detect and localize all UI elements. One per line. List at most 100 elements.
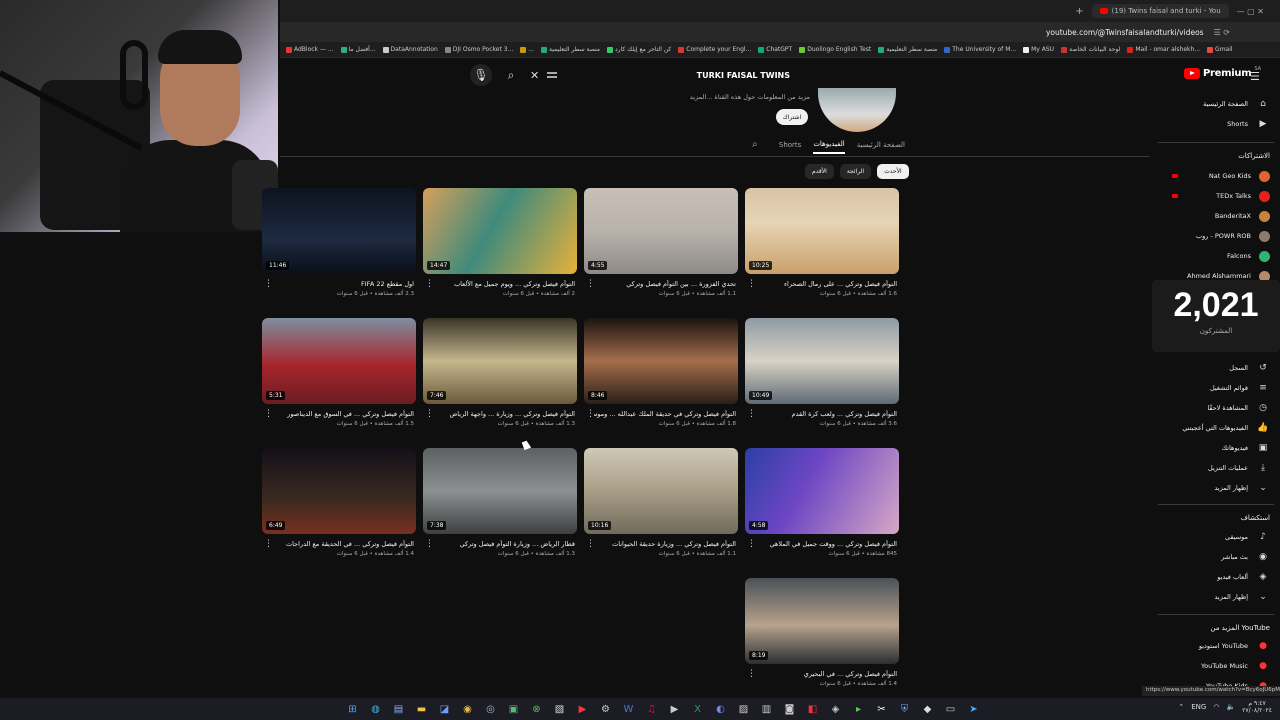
video-title[interactable]: قطار الرياض ... وزيارة التوأم فيصل وتركي [433,540,575,548]
wifi-icon[interactable]: ◠ [1213,703,1219,711]
sidebar-item[interactable]: الفيديوهات التي أعجبتني 👍 [1152,418,1280,438]
video-card[interactable]: 8:19 التوأم فيصل وتركي ... في البحيري 1.4 … [745,578,899,694]
more-options-icon[interactable]: ⋮ [264,280,273,289]
file-explorer-icon[interactable]: ▬ [413,701,430,718]
more-options-icon[interactable]: ⋮ [747,540,756,549]
sidebar-item[interactable]: عمليات التنزيل ⤓ [1152,458,1280,478]
sidebar-item[interactable]: YouTube Music ● [1152,656,1280,676]
video-thumbnail[interactable]: 14:47 [423,188,577,274]
menu-icon[interactable]: ☰ [1250,70,1260,83]
video-card[interactable]: 11:46 اول مقطع FIFA 22 2.3 ألف مشاهدة • قب… [262,188,416,304]
video-title[interactable]: التوأم فيصل وتركي ... على رمال الصحراء [755,280,897,288]
sidebar-item[interactable]: إظهار المزيد ⌄ [1152,587,1280,607]
sidebar-item[interactable]: قوائم التشغيل ≡ [1152,378,1280,398]
more-options-icon[interactable]: ⋮ [264,540,273,549]
telegram-icon[interactable]: ➤ [965,701,982,718]
sidebar-item[interactable]: السجل ↺ [1152,358,1280,378]
volume-icon[interactable]: 🔈 [1226,703,1235,711]
more-options-icon[interactable]: ⋮ [747,280,756,289]
bookmark-item[interactable]: DataAnnotation [382,46,438,53]
video-card[interactable]: 5:31 التوأم فيصل وتركي ... في السوق مع ال… [262,318,416,434]
bookmark-item[interactable]: منصة سطر التعليمية [540,46,600,53]
sort-chip[interactable]: الرائجة [839,164,872,179]
channel-tab[interactable]: الصفحة الرئيسية [857,141,905,153]
clock[interactable]: ٩:٤٧ م ٢٧/٠٨/٢٠٢٤ [1242,700,1272,714]
video-card[interactable]: 10:49 التوأم فيصل وتركي ... ولعب كرة القد… [745,318,899,434]
video-thumbnail[interactable]: 10:25 [745,188,899,274]
sidebar-item[interactable]: المشاهدة لاحقًا ◷ [1152,398,1280,418]
xbox-icon[interactable]: ⊗ [528,701,545,718]
video-title[interactable]: التوأم فيصل وتركي ... في البحيري [755,670,897,678]
video-card[interactable]: 8:46 التوأم فيصل وتركي في حديقة الملك عبد… [584,318,738,434]
youtube-icon[interactable]: ▶ [574,701,591,718]
sidebar-item[interactable]: روب - POWR ROB [1152,226,1280,246]
video-title[interactable]: التوأم فيصل وتركي ... ووقت جميل في الملا… [755,540,898,548]
video-title[interactable]: التوأم فيصل وتركي ... ولعب كرة القدم [755,410,897,418]
sidebar-item[interactable]: ألعاب فيديو ◈ [1152,567,1280,587]
camera-icon[interactable]: ◙ [781,701,798,718]
capcut-icon[interactable]: ✂ [873,701,890,718]
video-card[interactable]: 6:49 التوأم فيصل وتركي ... في الحديقة مع … [262,448,416,564]
video-thumbnail[interactable]: 11:46 [262,188,416,274]
excel-icon[interactable]: X [689,701,706,718]
video-thumbnail[interactable]: 7:38 [423,448,577,534]
store-icon[interactable]: ◪ [436,701,453,718]
photos-icon[interactable]: ▧ [551,701,568,718]
search-icon[interactable]: ⌕ [500,64,522,86]
bookmark-item[interactable]: أفضل ما... [340,46,376,53]
sidebar-item[interactable]: الصفحة الرئيسية ⌂ [1152,94,1280,114]
music-icon[interactable]: ♫ [643,701,660,718]
terminal-icon[interactable]: ▤ [390,701,407,718]
word-icon[interactable]: W [620,701,637,718]
more-options-icon[interactable]: ⋮ [425,280,434,289]
pdf-icon[interactable]: ◧ [804,701,821,718]
bookmark-item[interactable]: Complete your Engl... [678,46,751,53]
sort-chip[interactable]: الأقدم [805,164,834,179]
subscriptions-heading[interactable]: الاشتراكات [1238,152,1270,160]
more-options-icon[interactable]: ⋮ [425,540,434,549]
video-title[interactable]: التوأم فيصل وتركي ... وزيارة ... واجهة ا… [433,410,575,418]
windows-start-icon[interactable]: ⊞ [344,701,361,718]
sidebar-item[interactable]: إظهار المزيد ⌄ [1152,478,1280,498]
site-settings-icon[interactable]: ☰ ⟳ [1214,28,1230,37]
chrome-icon[interactable]: ◉ [459,701,476,718]
sidebar-item[interactable]: فيديوهاتك ▣ [1152,438,1280,458]
window-controls[interactable]: — ▢ ✕ [1237,7,1264,16]
channel-description[interactable]: مزيد من المعلومات حول هذه القناة ...المز… [600,93,810,101]
more-options-icon[interactable]: ⋮ [747,670,756,679]
app-icon[interactable]: ▥ [758,701,775,718]
more-options-icon[interactable]: ⋮ [747,410,756,419]
video-card[interactable]: 4:58 التوأم فيصل وتركي ... ووقت جميل في ا… [745,448,899,564]
browser-tab[interactable]: (19) Twins faisal and turki - You [1091,4,1229,18]
game-icon[interactable]: ▸ [850,701,867,718]
sidebar-item[interactable]: TEDx Talks [1152,186,1280,206]
new-tab-icon[interactable]: + [1075,6,1083,17]
video-thumbnail[interactable]: 7:46 [423,318,577,404]
voice-search-icon[interactable]: 🎙 [470,64,492,86]
sidebar-item[interactable]: موسيقى ♪ [1152,527,1280,547]
more-options-icon[interactable]: ⋮ [586,410,595,419]
video-thumbnail[interactable]: 5:31 [262,318,416,404]
video-thumbnail[interactable]: 6:49 [262,448,416,534]
search-input[interactable]: TURKI FAISAL TWINS [565,64,800,86]
bookmark-item[interactable]: Gmail [1207,46,1233,53]
app-icon[interactable]: ▨ [735,701,752,718]
phone-link-icon[interactable]: ▣ [505,701,522,718]
sidebar-item[interactable]: بث مباشر ◉ [1152,547,1280,567]
bookmark-item[interactable]: Duolingo English Test [799,46,871,53]
more-options-icon[interactable]: ⋮ [586,540,595,549]
bookmark-item[interactable]: منصة سطر التعليمية [878,46,937,53]
bookmark-item[interactable]: Mail - omar alshekh... [1127,46,1200,53]
video-title[interactable]: التوأم فيصل وتركي ... ويوم جميل مع الألع… [433,280,575,288]
shield-icon[interactable]: ⛨ [896,701,913,718]
video-title[interactable]: التوأم فيصل وتركي ... في السوق مع الدينا… [272,410,414,418]
video-thumbnail[interactable]: 8:19 [745,578,899,664]
bookmark-item[interactable]: My ASU [1023,46,1054,53]
video-card[interactable]: 4:55 تحدي الفزورة ... بين التوأم فيصل وتر… [584,188,738,304]
more-options-icon[interactable]: ⋮ [425,410,434,419]
sidebar-item[interactable]: BanderitaX [1152,206,1280,226]
edge-icon[interactable]: ◍ [367,701,384,718]
bookmark-item[interactable]: كن التاجر مع إيلك كارد [607,46,671,53]
video-title[interactable]: التوأم فيصل وتركي ... في الحديقة مع الدر… [272,540,414,548]
settings-icon[interactable]: ⚙ [597,701,614,718]
